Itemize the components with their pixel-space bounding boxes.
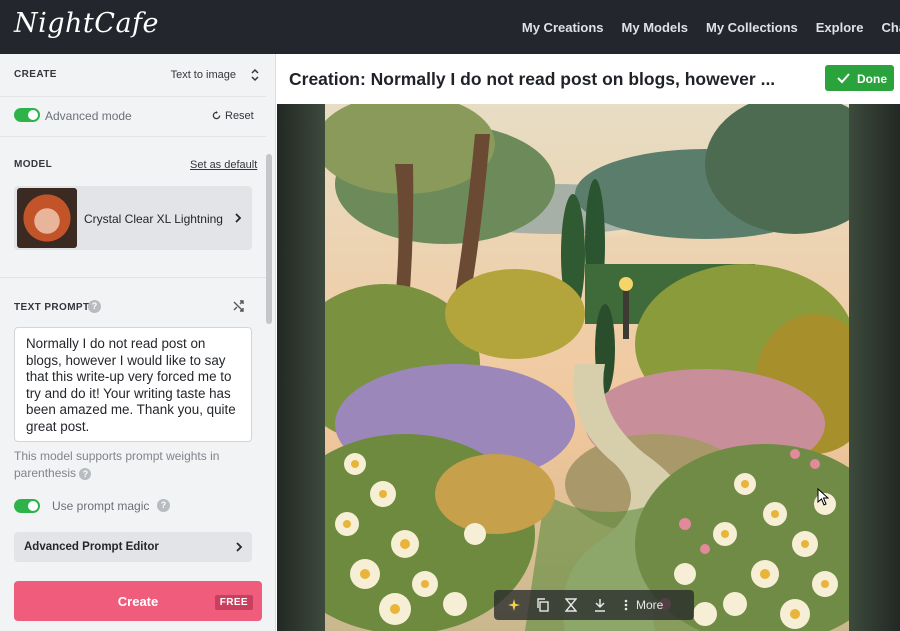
create-button[interactable]: Create FREE [14, 581, 262, 621]
top-navbar: NightCafe My Creations My Models My Coll… [0, 0, 900, 54]
sparkle-icon[interactable] [507, 598, 521, 612]
divider [0, 96, 266, 97]
create-mode-select[interactable]: Text to image [171, 69, 236, 81]
set-as-default-link[interactable]: Set as default [190, 159, 257, 171]
nav-explore[interactable]: Explore [816, 20, 864, 35]
help-icon[interactable]: ? [157, 499, 170, 512]
more-vertical-icon [624, 599, 628, 611]
create-label: CREATE [14, 69, 57, 80]
divider [0, 277, 266, 278]
done-button[interactable]: Done [825, 65, 894, 91]
creation-header: Creation: Normally I do not read post on… [277, 54, 900, 104]
prompt-magic-label: Use prompt magic [52, 499, 150, 513]
advanced-prompt-editor-button[interactable]: Advanced Prompt Editor [14, 532, 252, 562]
nightcafe-logo[interactable]: NightCafe [14, 8, 159, 39]
text-prompt-label: TEXT PROMPT [14, 302, 90, 313]
image-blur-right [849, 104, 900, 631]
page-title: Creation: Normally I do not read post on… [289, 69, 776, 89]
image-toolbar: More [494, 590, 694, 620]
divider [0, 136, 266, 137]
prompt-magic-toggle[interactable] [14, 499, 40, 513]
text-prompt-input[interactable]: Normally I do not read post on blogs, ho… [14, 327, 252, 442]
nav-my-collections[interactable]: My Collections [706, 20, 798, 35]
more-button[interactable]: More [636, 598, 663, 612]
model-label: MODEL [14, 159, 53, 170]
help-icon[interactable]: ? [88, 300, 101, 313]
download-icon[interactable] [594, 598, 606, 612]
image-viewer: More [277, 104, 900, 631]
prompt-weights-note-text: This model supports prompt weights in pa… [14, 449, 220, 480]
advanced-prompt-editor-label: Advanced Prompt Editor [24, 541, 159, 553]
hourglass-icon[interactable] [565, 598, 577, 612]
help-icon[interactable]: ? [79, 467, 92, 480]
advanced-mode-row: Advanced mode Reset [0, 108, 266, 124]
advanced-mode-toggle[interactable] [14, 108, 40, 122]
chevron-right-icon [236, 542, 243, 552]
model-thumbnail [17, 188, 77, 248]
garden-painting [325, 104, 849, 631]
nav-my-models[interactable]: My Models [622, 20, 688, 35]
image-blur-left [277, 104, 325, 631]
chevron-updown-icon[interactable] [250, 68, 260, 82]
check-icon [837, 73, 850, 84]
advanced-mode-label: Advanced mode [45, 109, 132, 123]
mouse-cursor-icon [817, 488, 829, 506]
reset-icon[interactable] [212, 111, 221, 120]
model-card[interactable]: Crystal Clear XL Lightning [14, 186, 252, 250]
main-nav: My Creations My Models My Collections Ex… [522, 0, 900, 54]
done-label: Done [857, 72, 887, 86]
chevron-right-icon [235, 213, 242, 223]
nav-my-creations[interactable]: My Creations [522, 20, 604, 35]
create-row: CREATE Text to image [0, 68, 266, 83]
prompt-weights-note: This model supports prompt weights in pa… [14, 448, 244, 482]
nav-challenges[interactable]: Cha [881, 20, 900, 35]
free-badge: FREE [214, 595, 253, 610]
creation-image[interactable] [325, 104, 849, 631]
shuffle-icon[interactable] [233, 300, 245, 312]
reset-button[interactable]: Reset [225, 110, 254, 122]
copy-icon[interactable] [536, 598, 550, 612]
panel-scrollbar[interactable] [266, 154, 272, 324]
model-name: Crystal Clear XL Lightning [84, 212, 223, 226]
create-panel: CREATE Text to image Advanced mode Reset… [0, 54, 276, 631]
